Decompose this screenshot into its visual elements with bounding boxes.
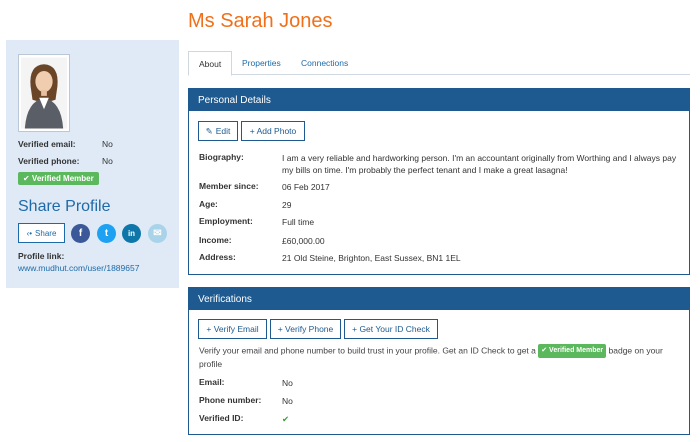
verified-email-label: Verified email: — [18, 139, 76, 149]
age-value: 29 — [282, 200, 292, 210]
biography-value: I am a very reliable and hardworking per… — [282, 153, 677, 175]
verification-info-text: Verify your email and phone number to bu… — [199, 344, 679, 370]
facebook-icon[interactable]: f — [71, 224, 90, 243]
share-button[interactable]: ‹• Share — [18, 223, 65, 243]
twitter-icon[interactable]: t — [97, 224, 116, 243]
verify-email-button[interactable]: + Verify Email — [198, 319, 267, 339]
avatar — [18, 54, 70, 132]
tab-about[interactable]: About — [188, 51, 233, 76]
verified-phone-row: Verified phone: No — [18, 156, 113, 166]
address-label: Address: — [199, 252, 236, 262]
add-photo-button[interactable]: + Add Photo — [241, 121, 305, 141]
verified-phone-label: Verified phone: — [18, 156, 80, 166]
biography-label: Biography: — [199, 152, 244, 162]
verified-email-value: No — [102, 139, 113, 149]
age-label: Age: — [199, 199, 218, 209]
share-profile-heading: Share Profile — [18, 198, 111, 215]
profile-sidebar: Verified email: No Verified phone: No ✔ Ve… — [6, 40, 179, 288]
email-share-icon[interactable]: ✉ — [148, 224, 167, 243]
income-value: £60,000.00 — [282, 236, 325, 246]
page-title: Ms Sarah Jones — [188, 10, 333, 32]
email-verif-label: Email: — [199, 377, 225, 387]
get-id-check-button[interactable]: + Get Your ID Check — [344, 319, 438, 339]
address-value: 21 Old Steine, Brighton, East Sussex, BN… — [282, 253, 461, 263]
verifications-heading: Verifications — [189, 288, 689, 310]
verify-phone-button[interactable]: + Verify Phone — [270, 319, 341, 339]
verified-email-row: Verified email: No — [18, 139, 113, 149]
verified-phone-value: No — [102, 156, 113, 166]
share-button-label: Share — [35, 228, 57, 238]
phone-verif-value: No — [282, 396, 293, 406]
member-since-label: Member since: — [199, 181, 259, 191]
edit-icon: ✎ — [205, 125, 213, 136]
edit-button[interactable]: ✎ Edit — [198, 121, 238, 141]
employment-label: Employment: — [199, 216, 253, 226]
profile-link-label: Profile link: — [18, 251, 65, 261]
verifications-panel: Verifications + Verify Email + Verify Ph… — [188, 287, 690, 435]
employment-value: Full time — [282, 217, 315, 227]
tab-connections[interactable]: Connections — [291, 51, 358, 75]
member-since-value: 06 Feb 2017 — [282, 182, 330, 192]
edit-button-label: Edit — [215, 126, 231, 136]
personal-details-heading: Personal Details — [189, 89, 689, 111]
income-label: Income: — [199, 235, 232, 245]
email-verif-value: No — [282, 378, 293, 388]
share-icon: ‹• — [26, 228, 33, 238]
profile-tabs: About Properties Connections — [188, 51, 690, 76]
linkedin-icon[interactable]: in — [122, 224, 141, 243]
profile-photo — [21, 57, 67, 129]
verification-text-before: Verify your email and phone number to bu… — [199, 345, 536, 356]
verified-member-inline-badge: ✔ Verified Member — [538, 344, 607, 358]
profile-link-url[interactable]: www.mudhut.com/user/1889657 — [18, 263, 139, 273]
verified-id-check-icon: ✔ — [282, 414, 290, 424]
phone-verif-label: Phone number: — [199, 395, 262, 405]
tab-properties[interactable]: Properties — [232, 51, 291, 75]
personal-details-panel: Personal Details ✎ Edit + Add Photo Biog… — [188, 88, 690, 275]
verified-member-badge: ✔ Verified Member — [18, 172, 99, 185]
verified-id-label: Verified ID: — [199, 413, 244, 423]
